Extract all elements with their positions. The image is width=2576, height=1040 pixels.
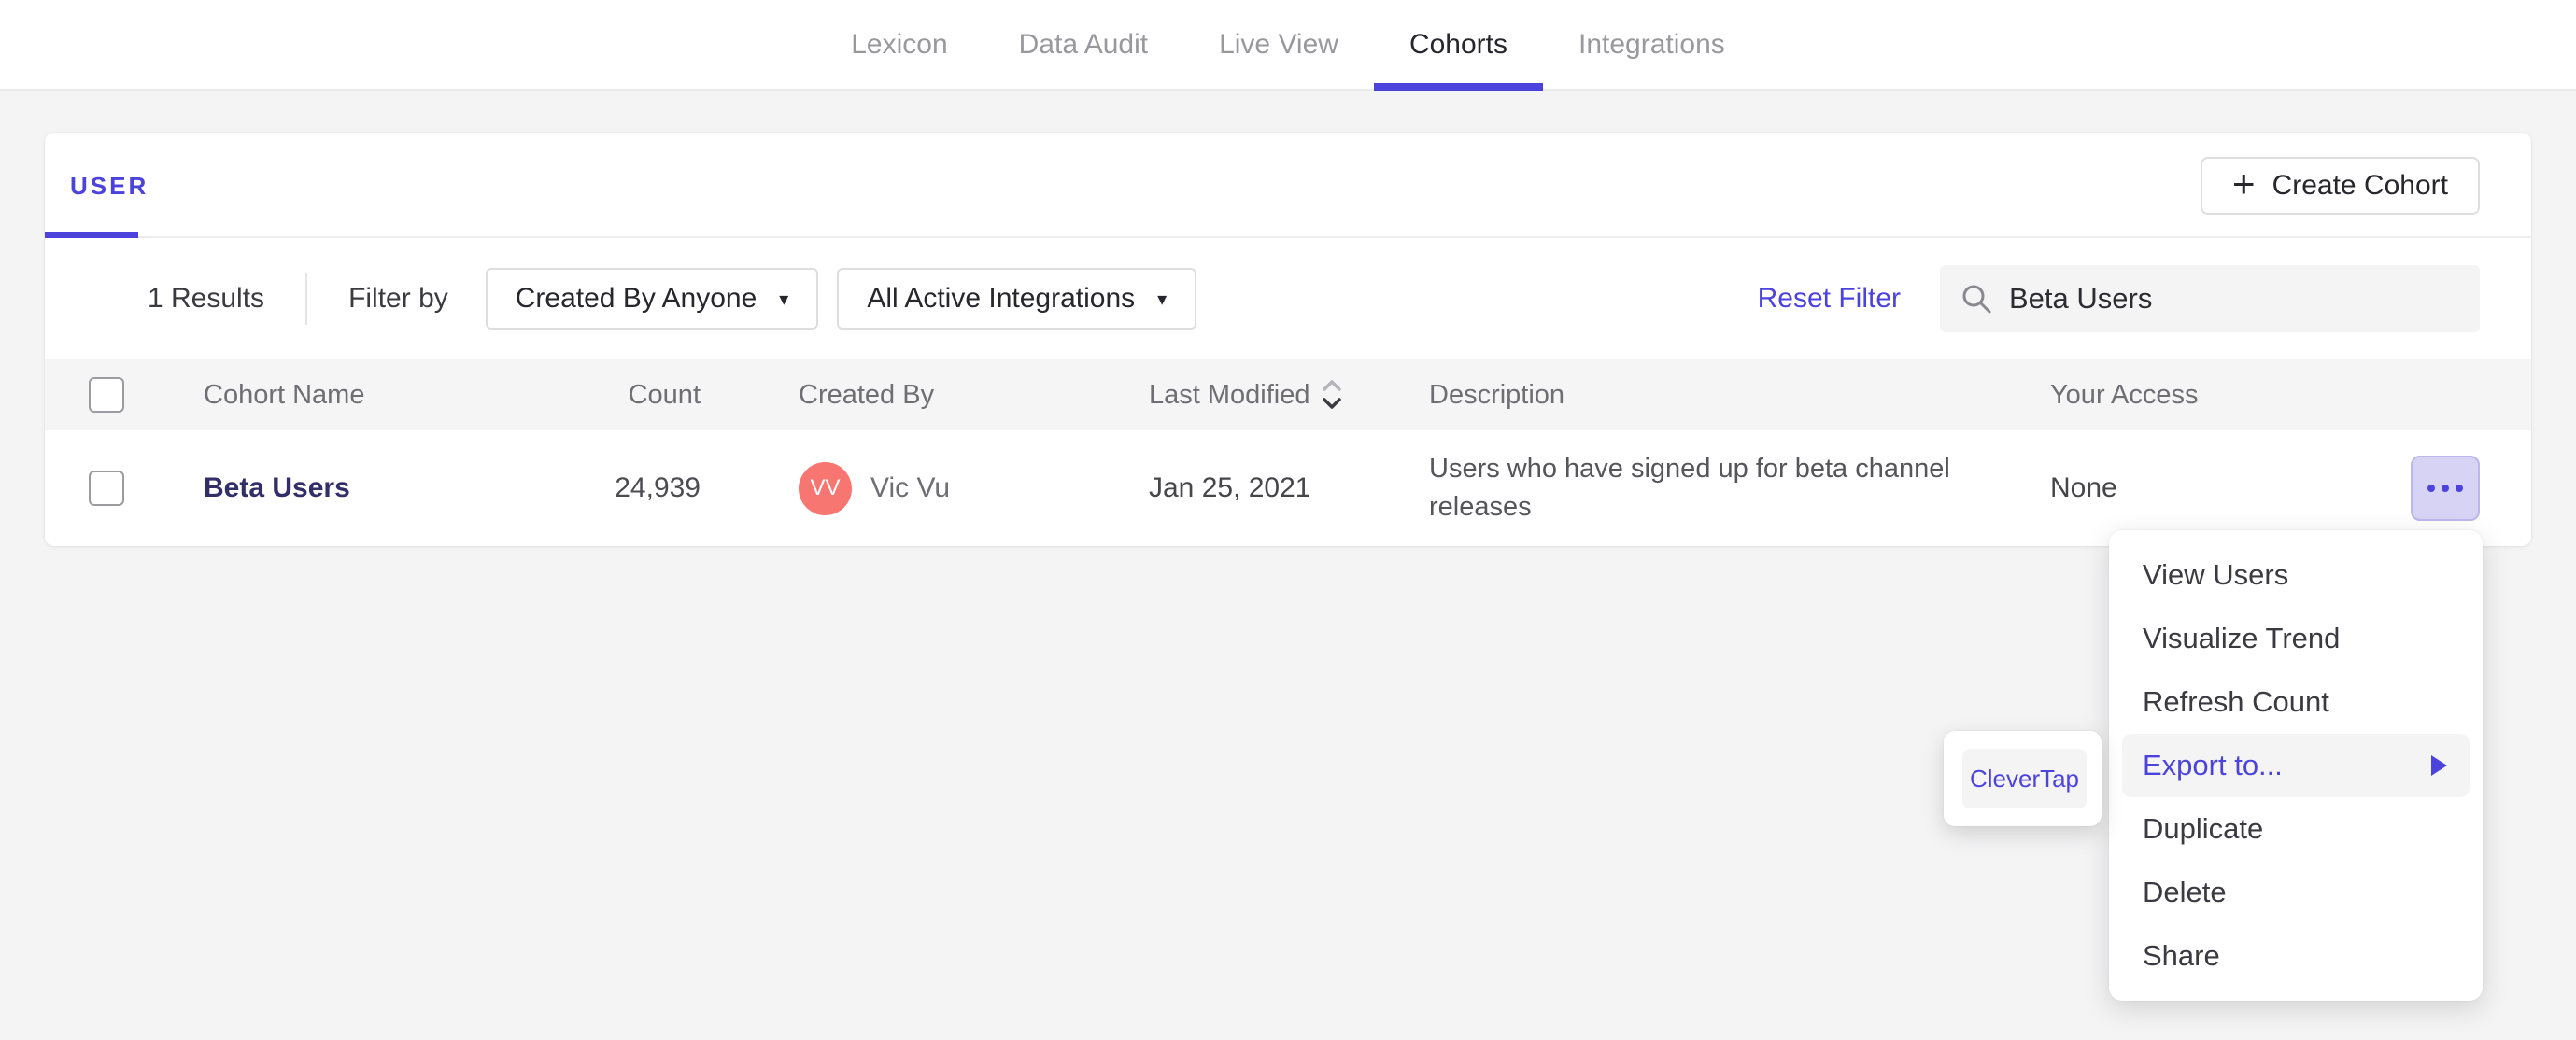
integrations-dropdown-value: All Active Integrations	[867, 283, 1136, 314]
menu-item-duplicate[interactable]: Duplicate	[2109, 797, 2483, 861]
more-dots-icon	[2427, 485, 2435, 492]
creator-cell: VV Vic Vu	[799, 461, 1149, 515]
header-count: Count	[628, 379, 701, 410]
header-cohort-name: Cohort Name	[204, 379, 365, 410]
create-cohort-button[interactable]: + Create Cohort	[2201, 157, 2480, 215]
menu-item-share[interactable]: Share	[2109, 924, 2483, 988]
results-count: 1 Results	[148, 283, 265, 314]
submenu-item-clevertap[interactable]: CleverTap	[1962, 749, 2087, 808]
row-more-button[interactable]	[2411, 456, 2480, 521]
cohort-count: 24,939	[615, 472, 701, 503]
header-last-modified[interactable]: Last Modified	[1149, 377, 1429, 413]
search-icon	[1962, 285, 1991, 314]
plus-icon: +	[2232, 162, 2256, 205]
sort-icon	[1322, 380, 1341, 409]
tab-user-underline	[45, 232, 138, 238]
table-header: Cohort Name Count Created By Last Modifi…	[45, 359, 2531, 430]
integrations-dropdown[interactable]: All Active Integrations ▾	[837, 268, 1197, 330]
header-your-access: Your Access	[2050, 379, 2199, 410]
created-by-dropdown-value: Created By Anyone	[515, 283, 757, 314]
nav-tab-lexicon[interactable]: Lexicon	[815, 0, 983, 89]
cohorts-panel: USER + Create Cohort 1 Results Filter by…	[45, 133, 2531, 546]
menu-item-visualize-trend[interactable]: Visualize Trend	[2109, 607, 2483, 670]
export-submenu: CleverTap	[1944, 731, 2102, 826]
menu-item-view-users[interactable]: View Users	[2109, 543, 2483, 607]
table-row: Beta Users 24,939 VV Vic Vu Jan 25, 2021…	[45, 430, 2531, 546]
row-context-menu: View Users Visualize Trend Refresh Count…	[2109, 530, 2483, 1001]
search-box[interactable]	[1940, 265, 2480, 332]
avatar: VV	[799, 461, 852, 515]
creator-name: Vic Vu	[870, 472, 951, 503]
menu-item-export-to-label: Export to...	[2143, 749, 2283, 781]
more-dots-icon	[2442, 485, 2449, 492]
reset-filter-link[interactable]: Reset Filter	[1758, 283, 1901, 315]
cohort-name-link[interactable]: Beta Users	[204, 472, 350, 503]
filter-by-label: Filter by	[348, 283, 448, 314]
menu-item-export-to[interactable]: Export to...	[2122, 734, 2470, 797]
create-cohort-label: Create Cohort	[2272, 170, 2448, 201]
filter-bar: 1 Results Filter by Created By Anyone ▾ …	[45, 238, 2531, 359]
row-checkbox[interactable]	[89, 471, 124, 506]
header-last-modified-label: Last Modified	[1149, 379, 1310, 410]
menu-item-delete[interactable]: Delete	[2109, 861, 2483, 924]
menu-item-refresh-count[interactable]: Refresh Count	[2109, 670, 2483, 734]
submenu-arrow-icon	[2431, 755, 2447, 776]
cohort-description: Users who have signed up for beta channe…	[1429, 454, 1950, 522]
nav-tab-live-view[interactable]: Live View	[1183, 0, 1374, 89]
filter-bar-right: Reset Filter	[1758, 265, 2531, 332]
last-modified-date: Jan 25, 2021	[1149, 472, 1311, 503]
panel-tab-strip: USER + Create Cohort	[45, 133, 2531, 238]
nav-tab-integrations[interactable]: Integrations	[1543, 0, 1761, 89]
tab-user[interactable]: USER	[70, 172, 149, 201]
more-dots-icon	[2456, 485, 2463, 492]
header-created-by: Created By	[799, 379, 935, 410]
search-input[interactable]	[2009, 282, 2459, 316]
top-nav: Lexicon Data Audit Live View Cohorts Int…	[0, 0, 2576, 91]
nav-tab-data-audit[interactable]: Data Audit	[984, 0, 1183, 89]
nav-tab-cohorts[interactable]: Cohorts	[1373, 0, 1544, 91]
caret-down-icon: ▾	[1157, 288, 1168, 310]
created-by-dropdown[interactable]: Created By Anyone ▾	[485, 268, 819, 330]
header-description: Description	[1429, 379, 1565, 410]
caret-down-icon: ▾	[779, 288, 789, 310]
divider	[305, 273, 308, 325]
select-all-checkbox[interactable]	[89, 377, 124, 413]
